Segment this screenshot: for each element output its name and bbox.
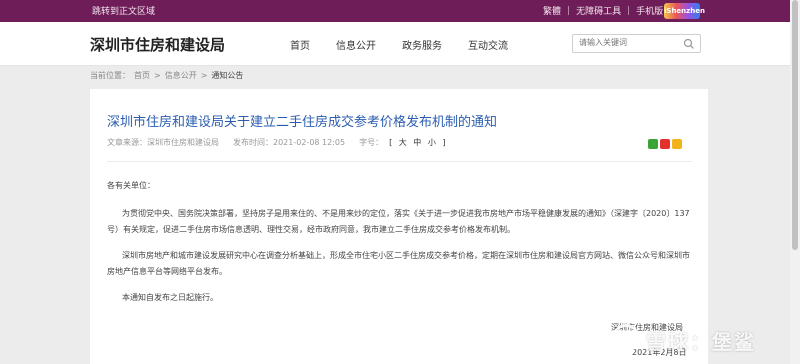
greeting: 各有关单位： [107,181,155,190]
publish-time: 2021-02-08 12:05 [273,138,346,147]
accessibility-tool-link[interactable]: 无障碍工具 [576,4,621,17]
page-scrollbar[interactable] [790,0,800,364]
watermark-text: 雪球：堡鲨 [646,330,756,354]
divider [107,161,692,162]
breadcrumb-label: 当前位置： [90,71,130,80]
site-title[interactable]: 深圳市住房和建设局 [90,34,225,55]
qzone-share-icon[interactable] [672,139,682,149]
article-paragraph: 为贯彻党中央、国务院决策部署，坚持房子是用来住的、不是用来炒的定位，落实《关于进… [107,209,690,234]
search-icon[interactable] [683,38,695,50]
top-bar: 跳转到正文区域 繁體 | 无障碍工具 | 手机版 iShenzhen [0,0,800,22]
nav-home[interactable]: 首页 [290,37,310,52]
weibo-share-icon[interactable] [660,139,670,149]
breadcrumb-separator: > [200,71,208,80]
breadcrumb-notices[interactable]: 通知公告 [211,70,243,81]
ishenzhen-logo[interactable]: iShenzhen [664,3,705,19]
article-meta: 文章来源： 深圳市住房和建设局 发布时间： 2021-02-08 12:05 字… [107,137,448,148]
top-links: 繁體 | 无障碍工具 | 手机版 [543,4,663,18]
breadcrumb-separator: > [154,71,161,80]
breadcrumb-home[interactable]: 首页 [134,70,150,81]
traditional-chinese-link[interactable]: 繁體 [543,4,561,17]
source-label: 文章来源： [107,138,147,147]
mobile-version-link[interactable]: 手机版 [636,4,663,17]
font-size-label: 字号： [359,138,384,147]
breadcrumb: 当前位置： 首页 > 信息公开 > 通知公告 [90,70,247,81]
nav-info-disclosure[interactable]: 信息公开 [336,37,376,52]
search-box [572,34,701,53]
skip-to-content-link[interactable]: 跳转到正文区域 [92,4,155,17]
breadcrumb-info-disclosure[interactable]: 信息公开 [165,70,197,81]
search-input[interactable] [579,38,679,47]
article-paragraph: 深圳市房地产和城市建设发展研究中心在调查分析基础上，形成全市住宅小区二手住房成交… [107,251,690,276]
share-buttons [648,139,684,149]
nav-government-services[interactable]: 政务服务 [402,37,442,52]
font-size-options[interactable]: [ 大 中 小 ] [389,137,447,148]
separator: | [627,5,631,16]
article-title: 深圳市住房和建设局关于建立二手住房成交参考价格发布机制的通知 [107,115,498,130]
scrollbar-thumb[interactable] [792,0,798,250]
nav-interaction[interactable]: 互动交流 [468,37,508,52]
article-source: 深圳市住房和建设局 [147,138,219,147]
time-label: 发布时间： [233,138,273,147]
main-nav: 首页 信息公开 政务服务 互动交流 [290,37,534,52]
separator: | [567,5,571,16]
article-paragraph: 本通知自发布之日起施行。 [122,293,218,302]
wechat-share-icon[interactable] [648,139,658,149]
site-header: 深圳市住房和建设局 首页 信息公开 政务服务 互动交流 [0,22,800,66]
watermark-logo [612,324,640,352]
